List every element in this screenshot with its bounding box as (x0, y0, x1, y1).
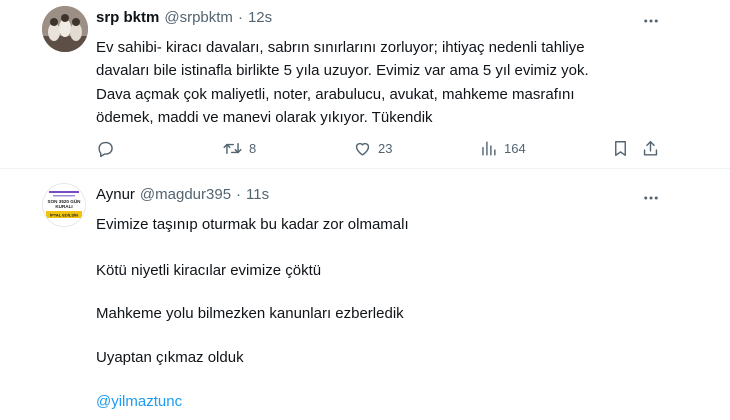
tweet-paragraph: Mahkeme yolu bilmezken kanunları ezberle… (96, 305, 404, 322)
retweet-button[interactable]: 8 (222, 139, 256, 158)
tweet-text: Ev sahibi- kiracı davaları, sabrın sınır… (96, 36, 676, 130)
retweet-count: 8 (249, 141, 257, 156)
tweet-text-line: ödemek, maddi ve manevi olarak yıkıyor. … (96, 109, 433, 127)
tweet-paragraph: Uyaptan çıkmaz olduk (96, 349, 244, 366)
tweet-actions: 8 23 164 (0, 136, 730, 162)
like-button[interactable]: 23 (353, 139, 392, 158)
avatar-text: İPTAL EDİLSİN (50, 212, 78, 217)
tweet-text-line: Dava açmak çok maliyetli, noter, arabulu… (96, 85, 575, 103)
tweet-header: Aynur @magdur395 · 11s (96, 186, 269, 203)
separator-dot: · (236, 186, 242, 203)
tweet-paragraph: Kötü niyetli kiracılar evimize çöktü (96, 262, 322, 279)
tweet-text-line: davaları bile istinafla birlikte 5 yıla … (96, 62, 589, 80)
timestamp[interactable]: 11s (246, 186, 269, 203)
retweet-icon (223, 143, 242, 154)
tweet-magdur395[interactable] (0, 169, 730, 420)
avatar-text: KURALI (55, 204, 72, 209)
bookmark-icon (615, 141, 626, 156)
reply-icon (98, 141, 113, 158)
tweet-srpbktm[interactable]: srp bktm @srpbktm · 12s Ev sahibi- kirac… (0, 0, 730, 169)
share-button[interactable] (641, 139, 660, 158)
tweet-text-line: Ev sahibi- kiracı davaları, sabrın sınır… (96, 39, 585, 56)
display-name[interactable]: srp bktm (96, 9, 159, 26)
mention-link[interactable]: @yilmaztunc (96, 393, 182, 410)
user-handle[interactable]: @magdur395 (140, 186, 231, 203)
avatar[interactable] (42, 6, 88, 52)
avatar-photo (42, 6, 88, 52)
user-handle[interactable]: @srpbktm (164, 9, 233, 26)
bookmark-button[interactable] (611, 139, 630, 158)
more-icon[interactable] (641, 11, 661, 31)
separator-dot: · (237, 9, 243, 26)
display-name[interactable]: Aynur (96, 186, 135, 203)
avatar[interactable]: SON 3520 GÜN KURALI İPTAL EDİLSİN (42, 183, 86, 227)
like-count: 23 (378, 141, 393, 156)
views-button[interactable]: 164 (479, 139, 526, 158)
reply-button[interactable] (96, 139, 121, 158)
views-icon (482, 141, 496, 156)
more-icon[interactable] (641, 188, 661, 208)
heart-icon (355, 142, 370, 156)
timestamp[interactable]: 12s (248, 9, 272, 26)
tweet-paragraph: Evimize taşınıp oturmak bu kadar zor olm… (96, 216, 409, 233)
views-count: 164 (504, 141, 526, 156)
avatar-banner-image: SON 3520 GÜN KURALI İPTAL EDİLSİN (43, 184, 85, 226)
tweet-header: srp bktm @srpbktm · 12s (96, 9, 272, 26)
share-icon (643, 141, 658, 156)
